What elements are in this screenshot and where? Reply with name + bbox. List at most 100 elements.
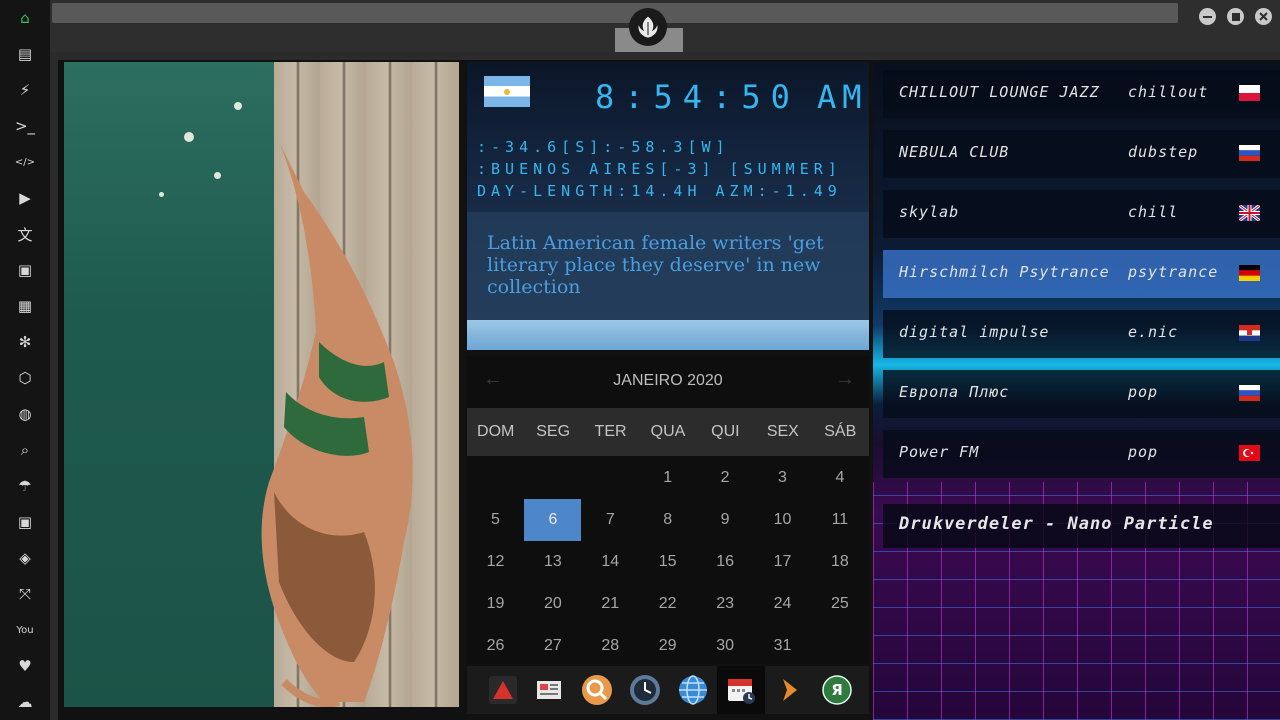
maximize-button[interactable]: [1227, 8, 1244, 25]
calendar-weekdays: DOM SEG TER QUA QUI SEX SÁB: [467, 408, 869, 456]
dock-app-clock[interactable]: [627, 672, 663, 708]
globe-icon[interactable]: ◍: [13, 402, 37, 426]
calendar-day[interactable]: 24: [754, 583, 811, 625]
youtube-icon[interactable]: You: [13, 618, 37, 642]
calendar-day[interactable]: 17: [754, 541, 811, 583]
rebel-alliance-logo-icon: [629, 8, 667, 46]
station-row[interactable]: Hirschmilch Psytrance psytrance: [883, 250, 1280, 298]
news-headline[interactable]: Latin American female writers 'get liter…: [487, 232, 847, 298]
calendar-day[interactable]: 5: [467, 499, 524, 541]
station-genre: pop: [1128, 383, 1159, 401]
diamond-link-icon[interactable]: ◈: [13, 546, 37, 570]
dock-app-search[interactable]: [579, 672, 615, 708]
calendar-day[interactable]: 4: [811, 457, 868, 499]
calendar-day[interactable]: 1: [639, 457, 696, 499]
calendar-day[interactable]: 28: [582, 625, 639, 667]
station-row[interactable]: CHILLOUT LOUNGE JAZZ chillout: [883, 70, 1280, 118]
station-row[interactable]: Power FM pop: [883, 430, 1280, 478]
station-genre: pop: [1128, 443, 1159, 461]
app-play-icon: [783, 679, 797, 701]
calendar-day[interactable]: 7: [582, 499, 639, 541]
lightning-icon[interactable]: ⚡: [13, 78, 37, 102]
dock-app-yandex[interactable]: Я: [819, 672, 855, 708]
calendar-day[interactable]: 22: [639, 583, 696, 625]
translate-icon[interactable]: 文: [13, 222, 37, 246]
calendar-day[interactable]: 26: [467, 625, 524, 667]
calendar-day[interactable]: 15: [639, 541, 696, 583]
calendar-next-button[interactable]: →: [835, 368, 855, 391]
news-card[interactable]: Latin American female writers 'get liter…: [467, 212, 869, 320]
calendar-day[interactable]: 21: [582, 583, 639, 625]
calendar-day[interactable]: 2: [697, 457, 754, 499]
minimize-button[interactable]: [1199, 8, 1216, 25]
dock-app-play[interactable]: [771, 672, 807, 708]
country-flag-icon: [1239, 325, 1260, 341]
country-flag-icon: [1239, 385, 1260, 401]
station-genre: psytrance: [1128, 263, 1219, 281]
expand-icon[interactable]: ⤧: [13, 582, 37, 606]
station-name: Power FM: [899, 443, 980, 461]
terminal-icon[interactable]: >_: [13, 114, 37, 138]
calendar-day[interactable]: 10: [754, 499, 811, 541]
calendar-day[interactable]: 16: [697, 541, 754, 583]
calendar-day[interactable]: 25: [811, 583, 868, 625]
station-row[interactable]: skylab chill: [883, 190, 1280, 238]
heart-icon[interactable]: ♥: [13, 654, 37, 678]
calendar-day[interactable]: 27: [524, 625, 581, 667]
desktop-app: ⌂ ▤ ⚡ >_ </> ▶ 文 ▣ ▦ ✻ ⬡ ◍ ⌕ ☂ ▣ ◈ ⤧ You ♥ ☁: [0, 0, 1280, 720]
app-dock: Я: [467, 666, 869, 714]
calendar-day[interactable]: 18: [811, 541, 868, 583]
calendar-month: JANEIRO 2020: [613, 372, 723, 389]
dock-app-globe[interactable]: [675, 672, 711, 708]
dock-app-calendar[interactable]: [717, 666, 765, 714]
document-icon[interactable]: ▤: [13, 42, 37, 66]
calendar-day[interactable]: 30: [697, 625, 754, 667]
dock-app-red-triangle[interactable]: [485, 672, 521, 708]
calendar-day[interactable]: 20: [524, 583, 581, 625]
aperture-icon[interactable]: ✻: [13, 330, 37, 354]
now-playing: Drukverdeler - Nano Particle: [883, 504, 1280, 548]
station-row[interactable]: NEBULA CLUB dubstep: [883, 130, 1280, 178]
country-flag-icon: [1238, 203, 1261, 223]
cloud-icon[interactable]: ☁: [13, 690, 37, 714]
calendar-day[interactable]: 11: [811, 499, 868, 541]
search-icon[interactable]: ⌕: [13, 438, 37, 462]
station-row[interactable]: Европа Плюс pop: [883, 370, 1280, 418]
calendar-day[interactable]: 19: [467, 583, 524, 625]
station-name: CHILLOUT LOUNGE JAZZ: [899, 83, 1100, 101]
image-icon[interactable]: ▣: [13, 258, 37, 282]
home-icon[interactable]: ⌂: [13, 6, 37, 30]
clock-time: 8:54:50: [595, 78, 800, 116]
calendar-day-today[interactable]: 6: [524, 499, 582, 541]
app-search-icon: [582, 675, 612, 705]
close-button[interactable]: [1255, 8, 1272, 25]
calendar-day[interactable]: 29: [639, 625, 696, 667]
calendar-day[interactable]: 23: [697, 583, 754, 625]
clock-city: :BUENOS AIRES[-3] [SUMMER]: [477, 160, 842, 178]
dock-app-news[interactable]: [531, 672, 567, 708]
code-icon[interactable]: </>: [13, 150, 37, 174]
country-flag-icon: [1239, 265, 1260, 281]
calendar-day[interactable]: 14: [582, 541, 639, 583]
calendar-prev-button[interactable]: ←: [483, 368, 503, 391]
photo-figure: [261, 142, 413, 707]
calendar-day[interactable]: 31: [754, 625, 811, 667]
contacts-icon[interactable]: ▣: [13, 510, 37, 534]
clock-day-length: DAY-LENGTH:14.4H AZM:-1.49: [477, 182, 842, 200]
hexagon-icon[interactable]: ⬡: [13, 366, 37, 390]
calendar-day[interactable]: 3: [754, 457, 811, 499]
calendar-day[interactable]: 9: [697, 499, 754, 541]
app-clock-icon: [630, 675, 660, 705]
umbrella-icon[interactable]: ☂: [13, 474, 37, 498]
station-row[interactable]: digital impulse e.nic: [883, 310, 1280, 358]
calendar-day[interactable]: 8: [639, 499, 696, 541]
calendar-day[interactable]: 12: [467, 541, 524, 583]
calendar-widget: ← JANEIRO 2020 → DOM SEG TER QUA QUI SEX…: [467, 356, 869, 664]
station-name: Европа Плюс: [899, 383, 1010, 401]
news-icon[interactable]: ▦: [13, 294, 37, 318]
close-icon: [1259, 12, 1268, 21]
weekday-label: QUA: [650, 423, 686, 440]
title-scroll-track[interactable]: [52, 3, 1178, 23]
play-icon[interactable]: ▶: [13, 186, 37, 210]
calendar-day[interactable]: 13: [524, 541, 581, 583]
